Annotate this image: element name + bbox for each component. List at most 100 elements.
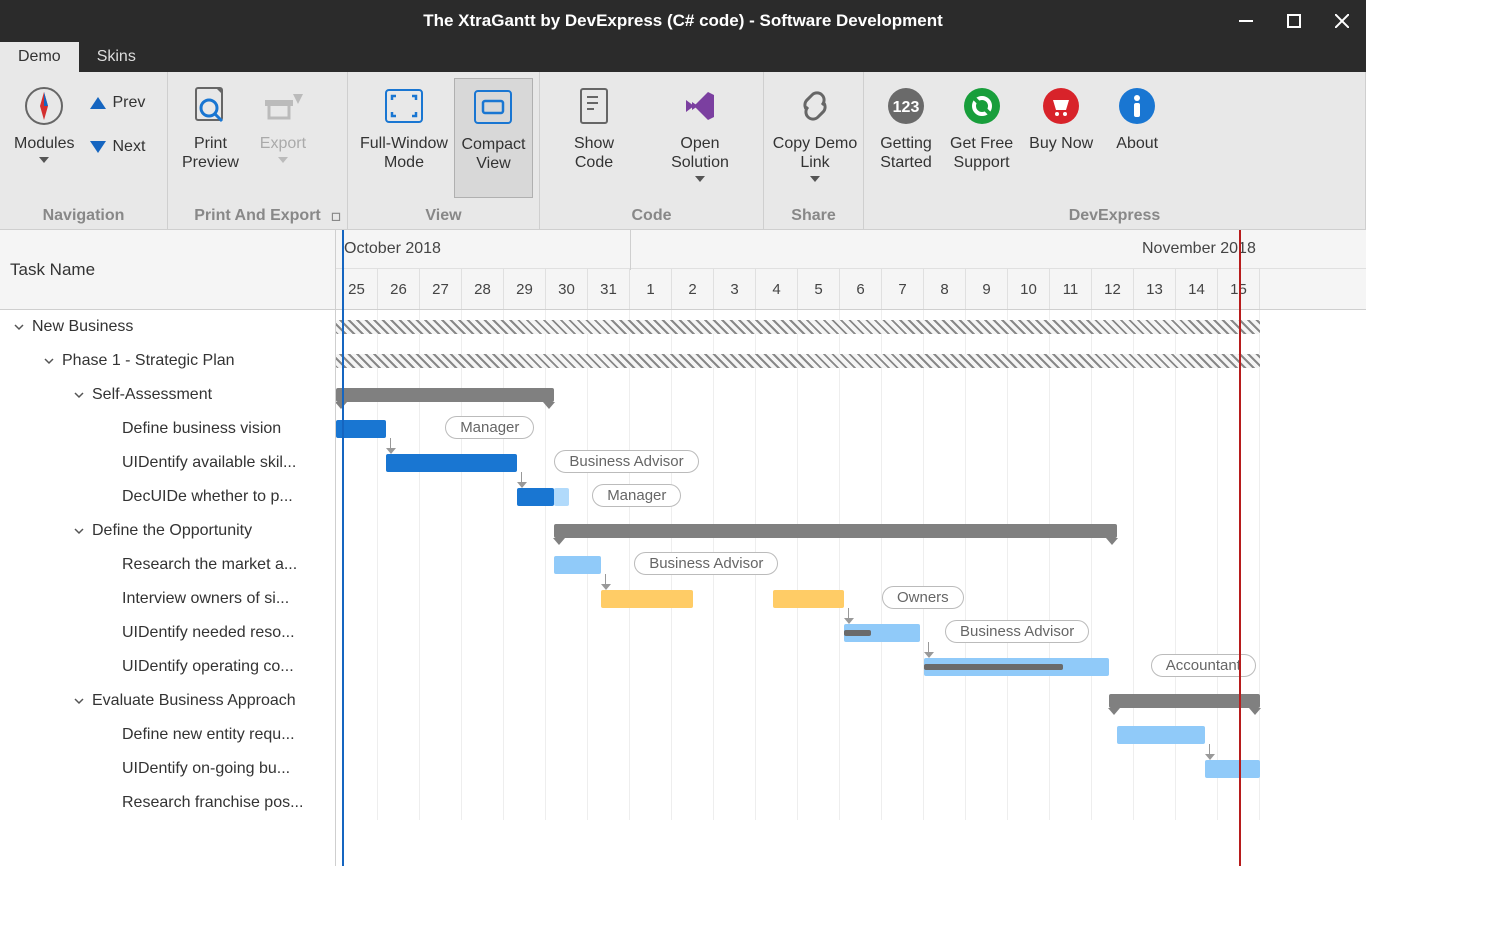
nav-prev-next: Prev Next (82, 78, 153, 160)
day-header: 5 (798, 269, 840, 309)
buy-now-button[interactable]: Buy Now (1021, 78, 1101, 198)
cart-icon (1041, 86, 1081, 126)
gantt-bar[interactable] (336, 320, 1260, 334)
gantt-bar[interactable] (517, 488, 555, 506)
task-row[interactable]: UIDentify on-going bu... (0, 752, 335, 786)
task-name-label: UIDentify on-going bu... (122, 760, 290, 778)
gantt-months-row: October 2018November 2018 (336, 230, 1366, 269)
assignee-pill: Business Advisor (945, 620, 1089, 643)
task-row[interactable]: Evaluate Business Approach (0, 684, 335, 718)
ribbon-group-view: Full-Window Mode Compact View View (348, 72, 540, 229)
task-name-label: Research franchise pos... (122, 794, 303, 812)
day-header: 6 (840, 269, 882, 309)
task-row[interactable]: Define new entity requ... (0, 718, 335, 752)
task-row[interactable]: New Business (0, 310, 335, 344)
task-list: New BusinessPhase 1 - Strategic Plan Self… (0, 310, 335, 866)
chevron-down-icon[interactable] (72, 388, 86, 402)
export-label: Export (260, 134, 306, 153)
gantt-body[interactable]: ManagerBusiness AdvisorManagerBusiness A… (336, 310, 1366, 820)
gantt-bar[interactable] (336, 354, 1260, 368)
day-header: 27 (420, 269, 462, 309)
task-row[interactable]: Research franchise pos... (0, 786, 335, 820)
prev-button[interactable]: Prev (82, 90, 153, 116)
ribbon-group-print-export: Print Preview Export Print And Export◻ (168, 72, 348, 229)
chevron-down-icon (695, 176, 705, 182)
task-name-label: Self-Assessment (92, 386, 212, 404)
gantt-bar[interactable] (554, 524, 1117, 538)
gantt-bar[interactable] (1205, 760, 1260, 778)
maximize-button[interactable] (1270, 0, 1318, 42)
close-button[interactable] (1318, 0, 1366, 42)
menu-tab-skins[interactable]: Skins (79, 42, 154, 72)
gantt-area[interactable]: October 2018November 2018 25262728293031… (336, 230, 1366, 866)
chevron-down-icon[interactable] (72, 524, 86, 538)
task-name-label: DecUIDe whether to p... (122, 488, 293, 506)
open-solution-label: Open Solution (650, 134, 750, 172)
support-icon (962, 86, 1002, 126)
open-solution-button[interactable]: Open Solution (642, 78, 758, 198)
compact-view-button[interactable]: Compact View (454, 78, 533, 198)
group-label-share: Share (764, 203, 863, 229)
start-line (342, 230, 344, 866)
task-row[interactable]: Research the market a... (0, 548, 335, 582)
day-header: 26 (378, 269, 420, 309)
modules-button[interactable]: Modules (6, 78, 82, 198)
task-name-label: Define business vision (122, 420, 281, 438)
triangle-up-icon (90, 97, 106, 109)
day-header: 12 (1092, 269, 1134, 309)
next-button[interactable]: Next (82, 134, 153, 160)
task-row[interactable]: Interview owners of si... (0, 582, 335, 616)
task-row[interactable]: UIDentify available skil... (0, 446, 335, 480)
gantt-bar[interactable] (1117, 726, 1205, 744)
minimize-button[interactable] (1222, 0, 1270, 42)
task-name-label: Research the market a... (122, 556, 297, 574)
gantt-bar[interactable] (336, 388, 554, 402)
gantt-bar[interactable] (773, 590, 844, 608)
group-label-view: View (348, 203, 539, 229)
gantt-bar[interactable] (601, 590, 693, 608)
print-preview-icon (190, 86, 230, 126)
gantt-bar[interactable] (554, 556, 600, 574)
chevron-down-icon[interactable] (72, 694, 86, 708)
chevron-down-icon[interactable] (12, 320, 26, 334)
task-name-label: UIDentify operating co... (122, 658, 294, 676)
copy-demo-link-button[interactable]: Copy Demo Link (770, 78, 860, 198)
task-name-label: Interview owners of si... (122, 590, 289, 608)
task-row[interactable]: Phase 1 - Strategic Plan (0, 344, 335, 378)
getting-started-icon: 123 (886, 86, 926, 126)
task-row[interactable]: Define business vision (0, 412, 335, 446)
chevron-down-icon[interactable] (42, 354, 56, 368)
task-row[interactable]: Define the Opportunity (0, 514, 335, 548)
link-icon (795, 86, 835, 126)
about-button[interactable]: About (1101, 78, 1173, 198)
triangle-down-icon (90, 141, 106, 153)
day-header: 10 (1008, 269, 1050, 309)
dialog-launcher-icon[interactable]: ◻ (331, 209, 341, 223)
day-header: 4 (756, 269, 798, 309)
task-name-label: Define new entity requ... (122, 726, 295, 744)
show-code-label: Show Code (554, 134, 634, 172)
full-window-mode-button[interactable]: Full-Window Mode (354, 78, 454, 198)
gantt-header: October 2018November 2018 25262728293031… (336, 230, 1366, 310)
task-row[interactable]: Self-Assessment (0, 378, 335, 412)
task-row[interactable]: DecUIDe whether to p... (0, 480, 335, 514)
getting-started-button[interactable]: 123 Getting Started (870, 78, 942, 198)
gantt-bar[interactable] (386, 454, 516, 472)
print-preview-button[interactable]: Print Preview (174, 78, 247, 198)
task-row[interactable]: UIDentify needed reso... (0, 616, 335, 650)
show-code-button[interactable]: Show Code (546, 78, 642, 198)
day-header: 14 (1176, 269, 1218, 309)
task-name-header[interactable]: Task Name (0, 230, 335, 310)
get-free-support-button[interactable]: Get Free Support (942, 78, 1021, 198)
task-row[interactable]: UIDentify operating co... (0, 650, 335, 684)
gantt-bar[interactable] (1109, 694, 1260, 708)
compass-icon (24, 86, 64, 126)
menu-bar: Demo Skins (0, 42, 1366, 72)
copy-demo-link-label: Copy Demo Link (773, 134, 857, 172)
assignee-pill: Business Advisor (634, 552, 778, 575)
menu-tab-demo[interactable]: Demo (0, 42, 79, 72)
ribbon: Modules Prev Next Navigation Print Previ… (0, 72, 1366, 230)
export-button[interactable]: Export (247, 78, 319, 198)
day-header: 11 (1050, 269, 1092, 309)
assignee-pill: Manager (445, 416, 534, 439)
